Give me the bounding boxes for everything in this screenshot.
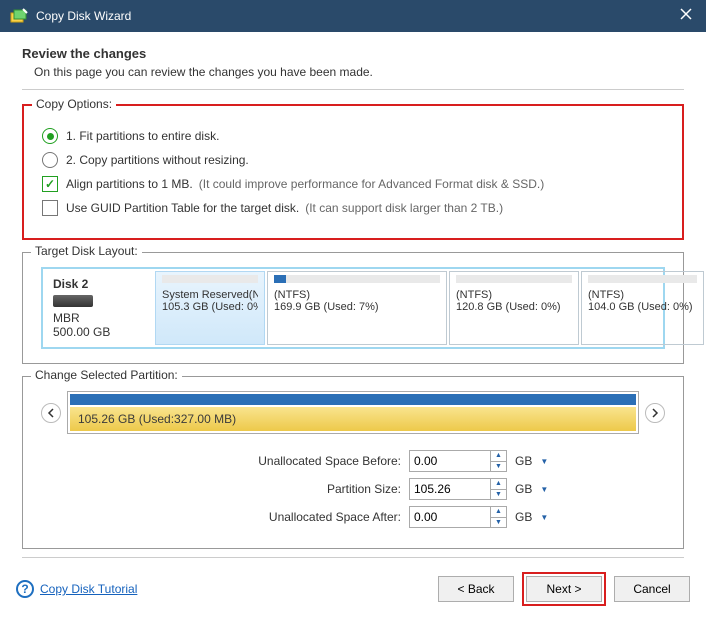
divider: [22, 89, 684, 90]
partition-size-label: Partition Size:: [41, 482, 409, 496]
slider-right-button[interactable]: [645, 403, 665, 423]
partition-size-input[interactable]: [409, 478, 491, 500]
unit-label: GB: [515, 454, 532, 468]
unalloc-after-input[interactable]: [409, 506, 491, 528]
unit-dropdown-icon[interactable]: ▼: [540, 513, 548, 522]
change-selected-partition-group: Change Selected Partition: 105.26 GB (Us…: [22, 376, 684, 549]
disk-layout: Disk 2 MBR 500.00 GB System Reserved(N10…: [41, 267, 665, 349]
partition-slider[interactable]: 105.26 GB (Used:327.00 MB): [67, 391, 639, 434]
target-disk-layout-group: Target Disk Layout: Disk 2 MBR 500.00 GB…: [22, 252, 684, 364]
help-link-wrap: ? Copy Disk Tutorial: [16, 580, 137, 598]
window-title: Copy Disk Wizard: [36, 9, 680, 23]
disk-icon: [53, 295, 93, 307]
partition-usage: 105.3 GB (Used: 0%): [162, 301, 258, 313]
radio-icon: [42, 152, 58, 168]
partition-block[interactable]: (NTFS)169.9 GB (Used: 7%): [267, 271, 447, 345]
option-label: 2. Copy partitions without resizing.: [66, 153, 249, 167]
option-hint: (It could improve performance for Advanc…: [199, 177, 544, 191]
back-button[interactable]: < Back: [438, 576, 514, 602]
footer: ? Copy Disk Tutorial < Back Next > Cance…: [0, 562, 706, 616]
partition-block[interactable]: (NTFS)120.8 GB (Used: 0%): [449, 271, 579, 345]
layout-legend: Target Disk Layout:: [31, 244, 142, 258]
usage-bar: [162, 275, 258, 283]
help-icon: ?: [16, 580, 34, 598]
unit-label: GB: [515, 510, 532, 524]
change-legend: Change Selected Partition:: [31, 368, 182, 382]
close-icon[interactable]: [680, 8, 696, 24]
option-label: 1. Fit partitions to entire disk.: [66, 129, 219, 143]
partition-name: (NTFS): [274, 289, 440, 301]
disk-name: Disk 2: [53, 277, 145, 291]
checkbox-icon: [42, 200, 58, 216]
usage-bar: [274, 275, 440, 283]
unalloc-before-label: Unallocated Space Before:: [41, 454, 409, 468]
partition-size-stepper[interactable]: ▲▼: [491, 478, 507, 500]
option-hint: (It can support disk larger than 2 TB.): [305, 201, 503, 215]
checkbox-icon: [42, 176, 58, 192]
disk-size: 500.00 GB: [53, 325, 145, 339]
unit-label: GB: [515, 482, 532, 496]
partition-name: System Reserved(N: [162, 289, 258, 301]
usage-bar: [588, 275, 697, 283]
option-label: Align partitions to 1 MB.: [66, 177, 193, 191]
partition-usage: 169.9 GB (Used: 7%): [274, 301, 440, 313]
option-fit-entire-disk[interactable]: 1. Fit partitions to entire disk.: [42, 128, 664, 144]
titlebar: Copy Disk Wizard: [0, 0, 706, 32]
page-heading: Review the changes: [22, 46, 684, 61]
unalloc-after-label: Unallocated Space After:: [41, 510, 409, 524]
next-button-highlight: Next >: [522, 572, 606, 606]
next-button[interactable]: Next >: [526, 576, 602, 602]
unalloc-before-stepper[interactable]: ▲▼: [491, 450, 507, 472]
page-subheading: On this page you can review the changes …: [34, 65, 684, 79]
unit-dropdown-icon[interactable]: ▼: [540, 485, 548, 494]
option-align-1mb[interactable]: Align partitions to 1 MB. (It could impr…: [42, 176, 664, 192]
option-label: Use GUID Partition Table for the target …: [66, 201, 299, 215]
partition-block[interactable]: (NTFS)104.0 GB (Used: 0%): [581, 271, 704, 345]
partition-name: (NTFS): [588, 289, 697, 301]
partition-usage: 104.0 GB (Used: 0%): [588, 301, 697, 313]
slider-left-button[interactable]: [41, 403, 61, 423]
wizard-icon: [10, 7, 28, 25]
option-copy-without-resize[interactable]: 2. Copy partitions without resizing.: [42, 152, 664, 168]
slider-bar: [70, 394, 636, 405]
radio-icon: [42, 128, 58, 144]
copy-options-group: Copy Options: 1. Fit partitions to entir…: [22, 104, 684, 240]
option-use-gpt[interactable]: Use GUID Partition Table for the target …: [42, 200, 664, 216]
unalloc-before-input[interactable]: [409, 450, 491, 472]
partition-block[interactable]: System Reserved(N105.3 GB (Used: 0%): [155, 271, 265, 345]
unit-dropdown-icon[interactable]: ▼: [540, 457, 548, 466]
disk-type: MBR: [53, 311, 145, 325]
copy-options-legend: Copy Options:: [32, 97, 116, 111]
partition-usage: 120.8 GB (Used: 0%): [456, 301, 572, 313]
partition-name: (NTFS): [456, 289, 572, 301]
usage-bar: [456, 275, 572, 283]
cancel-button[interactable]: Cancel: [614, 576, 690, 602]
disk-info: Disk 2 MBR 500.00 GB: [45, 271, 153, 345]
unalloc-after-stepper[interactable]: ▲▼: [491, 506, 507, 528]
divider: [22, 557, 684, 558]
help-link[interactable]: Copy Disk Tutorial: [40, 582, 137, 596]
slider-label: 105.26 GB (Used:327.00 MB): [70, 407, 636, 431]
